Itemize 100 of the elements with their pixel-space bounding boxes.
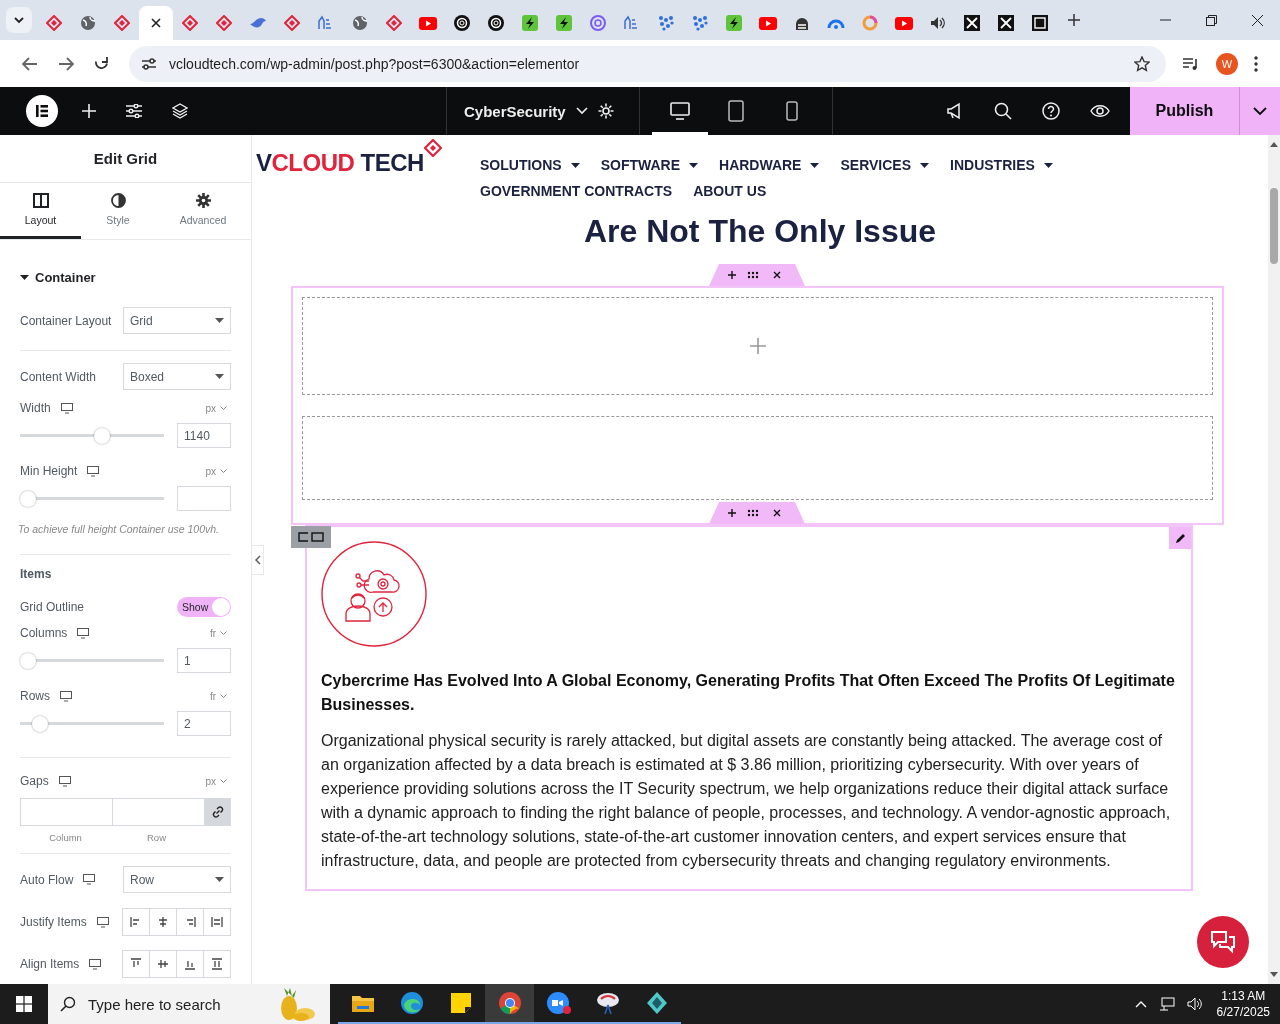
nav-link[interactable]: SOFTWARE — [600, 157, 698, 173]
menu-icon[interactable] — [1254, 55, 1258, 72]
settings-icon[interactable] — [597, 102, 615, 120]
back-icon[interactable] — [22, 56, 38, 71]
slider-thumb[interactable] — [20, 652, 36, 669]
number-field[interactable]: 1 — [177, 648, 231, 673]
media-queue-icon[interactable] — [1182, 56, 1200, 71]
align-top-icon — [130, 958, 142, 970]
address-field[interactable]: vcloudtech.com/wp-admin/post.php?post=6300&action=elementor — [129, 45, 1166, 82]
monitor-icon[interactable] — [77, 627, 90, 639]
search-field[interactable]: Type here to search — [86, 994, 260, 1014]
toggle-switch[interactable]: Show — [177, 596, 231, 617]
caret-icon — [220, 779, 227, 783]
nav-link[interactable]: ABOUT US — [693, 183, 767, 199]
cross-logo-icon — [964, 15, 980, 31]
volume-icon[interactable] — [1186, 997, 1203, 1011]
unit-selector[interactable]: px — [205, 402, 227, 414]
slider-thumb[interactable] — [20, 490, 36, 507]
select-field[interactable]: Grid — [123, 307, 231, 334]
dots-icon — [692, 15, 708, 31]
caret-icon — [215, 877, 224, 882]
preview-eye-icon[interactable] — [1090, 104, 1110, 118]
panel-tab[interactable]: Advanced — [155, 183, 251, 239]
scroll-up-icon[interactable] — [1270, 141, 1278, 147]
unit-selector[interactable]: px — [205, 775, 227, 787]
chat-button[interactable] — [1197, 916, 1249, 968]
select-field[interactable]: Boxed — [123, 363, 231, 390]
panel-tab[interactable]: Layout — [0, 183, 81, 239]
monitor-icon[interactable] — [60, 402, 73, 414]
card-title: Cybercrime Has Evolved Into A Global Economy, Generating Profits That Often Exceed The Profits Of Legitimate Businesses. — [321, 671, 1175, 715]
unit-selector[interactable]: px — [205, 465, 227, 477]
chat-bubbles-icon — [1210, 930, 1236, 954]
content-card[interactable] — [305, 525, 1193, 891]
bookmark-star-icon[interactable] — [1134, 55, 1150, 72]
wave-icon — [399, 991, 424, 1015]
scroll-down-icon[interactable] — [1270, 972, 1278, 978]
framed-square-icon — [1032, 15, 1048, 31]
monitor-icon[interactable] — [89, 958, 102, 970]
align-center-icon — [157, 916, 169, 928]
columns-icon — [32, 193, 49, 208]
ring-icon — [862, 15, 878, 31]
diamond-icon — [114, 15, 130, 31]
number-field[interactable]: 1140 — [177, 423, 231, 448]
card-paragraph: Organizational physical security is rarely attacked, but digital assets are constantly being attacked. The average cost of an organization affected by a data breach is estimated at $ 3.86 million, prioritizing cybersecurity. With over years of experience providing solutions across the IT Security spectrum, we help organizations reduce their digital attack surface with a dynamic approach to finding the right balance of people, processes, and technology. A vendor-agnostic approach, state-of-the-art technology solutions, state-of-the-art customer innovation centers, and expert services ensure that infrastructure, data, and people are protected from cybersecurity threats and changing regulatory environments. — [321, 731, 1172, 871]
scrollbar-thumb[interactable] — [1270, 188, 1278, 264]
nav-link[interactable]: SERVICES — [840, 157, 929, 173]
monitor-icon[interactable] — [60, 690, 72, 702]
caret-icon — [220, 694, 227, 698]
nav-link[interactable]: SOLUTIONS — [480, 157, 580, 173]
cross-logo-icon — [998, 15, 1014, 31]
panel-tab[interactable]: Style — [81, 183, 155, 239]
monitor-icon[interactable] — [87, 465, 100, 477]
taskbar-app[interactable] — [485, 984, 534, 1024]
unit-selector[interactable]: fr — [209, 690, 227, 702]
monitor-icon[interactable] — [83, 874, 96, 885]
nav-link[interactable]: INDUSTRIES — [950, 157, 1053, 173]
sliders-icon[interactable] — [126, 104, 142, 118]
slider-thumb[interactable] — [31, 715, 48, 732]
site-logo[interactable]: VCLOUD TECH — [256, 149, 424, 177]
slider-thumb[interactable] — [94, 427, 111, 444]
monitor-icon[interactable] — [96, 916, 109, 928]
layers-icon[interactable] — [172, 103, 188, 119]
nav-link[interactable]: GOVERNMENT CONTRACTS — [480, 183, 673, 199]
nav-link[interactable]: HARDWARE — [719, 157, 820, 173]
search-icon[interactable] — [994, 102, 1012, 120]
scrollbar[interactable] — [1268, 135, 1280, 984]
number-field[interactable]: 2 — [177, 711, 231, 736]
link-icon — [211, 806, 224, 818]
lock-icon — [794, 15, 810, 31]
link-values-button[interactable] — [205, 799, 230, 825]
edit-button[interactable] — [1169, 527, 1191, 549]
publish-button[interactable]: Publish — [1130, 87, 1240, 135]
forward-icon[interactable] — [58, 56, 74, 71]
tab-search-button[interactable] — [6, 7, 32, 33]
site-info-icon[interactable] — [141, 56, 157, 71]
section-header[interactable]: Container — [20, 270, 231, 285]
profile-avatar[interactable]: W — [1216, 52, 1238, 75]
collapse-panel-button[interactable] — [252, 545, 264, 575]
close-icon[interactable] — [151, 18, 161, 28]
container-tag[interactable] — [291, 526, 331, 548]
empty-grid-cell[interactable] — [302, 297, 1213, 395]
empty-grid-cell[interactable] — [302, 416, 1213, 500]
unit-selector[interactable]: fr — [209, 627, 227, 639]
dots-icon — [658, 15, 674, 31]
clock-date[interactable]: 6/27/2025 — [1216, 1004, 1270, 1020]
number-field[interactable] — [177, 486, 231, 511]
taskbar-search-box[interactable]: Type here to search — [48, 984, 330, 1024]
editor-logo-icon[interactable] — [26, 95, 58, 127]
page-title-dropdown[interactable]: CyberSecurity — [447, 87, 597, 135]
caret-icon — [215, 374, 224, 379]
chevron-up-icon[interactable] — [1134, 1000, 1147, 1008]
control-label: Auto Flow — [20, 872, 74, 887]
clock-time[interactable]: 1:13 AM — [1221, 988, 1266, 1004]
reload-icon[interactable] — [94, 56, 109, 71]
select-field[interactable]: Row — [123, 866, 231, 893]
monitor-icon[interactable] — [58, 775, 71, 787]
video-camera-icon — [545, 991, 572, 1015]
align-middle-icon — [157, 958, 169, 970]
network-icon[interactable] — [1158, 997, 1175, 1011]
help-icon[interactable] — [1042, 102, 1060, 120]
